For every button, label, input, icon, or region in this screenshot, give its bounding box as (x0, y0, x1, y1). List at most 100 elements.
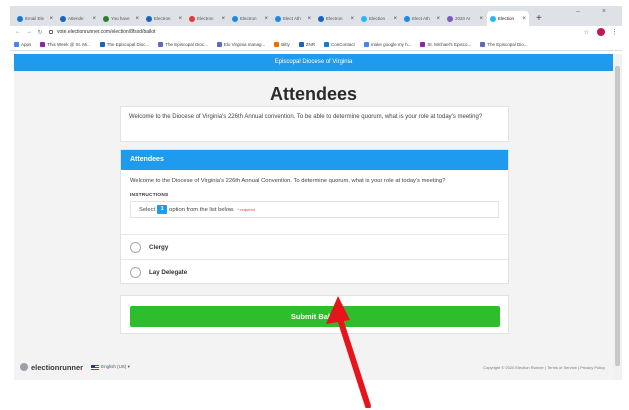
tab-favicon-icon (318, 15, 324, 22)
bookmark-item[interactable]: The Episcopal Dio... (480, 42, 528, 47)
bookmark-item[interactable]: make google my h... (363, 42, 411, 47)
tab-label: Elect Ath (412, 16, 430, 21)
bookmark-item[interactable]: Apps (14, 42, 31, 47)
browser-tab[interactable]: Email Ele × (14, 11, 56, 26)
window-controls[interactable]: – × (576, 8, 616, 15)
electionrunner-logo-icon (20, 363, 28, 371)
browser-tab[interactable]: Election × (487, 11, 529, 26)
tab-close-icon[interactable]: × (264, 16, 268, 22)
tab-favicon-icon (103, 15, 109, 22)
bookmark-item[interactable]: Elo Virginia manag... (216, 42, 266, 47)
bookmark-favicon-icon (480, 42, 486, 47)
ballot-question-card: Attendees Welcome to the Diocese of Virg… (120, 149, 509, 284)
language-selector[interactable]: English (US) ▾ (91, 364, 130, 370)
bookmark-item[interactable]: ConContact (324, 42, 355, 47)
bookmark-favicon-icon (324, 42, 330, 47)
tab-close-icon[interactable]: × (522, 16, 526, 22)
tab-label: 2020 Ar (455, 16, 471, 21)
bookmark-label: Bitly (281, 42, 290, 47)
bookmark-label: This Week @ St. Mi... (47, 42, 91, 47)
bookmark-label: The Episcopal Dioc... (106, 42, 150, 47)
tab-favicon-icon (146, 15, 152, 22)
bookmark-favicon-icon (363, 42, 369, 47)
bookmark-item[interactable]: The Episcopal Dioc... (158, 42, 208, 47)
tab-close-icon[interactable]: × (49, 16, 53, 22)
forward-icon[interactable]: → (25, 29, 33, 35)
instructions-select-text: Select (139, 206, 156, 213)
tab-close-icon[interactable]: × (178, 16, 182, 22)
page-footer: electionrunner English (US) ▾ Copyright … (14, 361, 613, 373)
bookmark-label: St. Michael's Episco... (427, 42, 472, 47)
copyright-text: Copyright © 2020 Election Runner | Terms… (483, 364, 605, 370)
browser-tab[interactable]: Electron × (229, 11, 271, 26)
bookmark-item[interactable]: This Week @ St. Mi... (40, 42, 91, 47)
new-tab-button[interactable]: + (536, 11, 542, 26)
tab-close-icon[interactable]: × (436, 16, 440, 22)
tab-favicon-icon (361, 15, 367, 22)
tab-close-icon[interactable]: × (479, 16, 483, 22)
option-label: Lay Delegate (149, 268, 188, 276)
tab-close-icon[interactable]: × (221, 16, 225, 22)
bookmark-item[interactable]: St. Michael's Episco... (420, 42, 471, 47)
instructions-label: INSTRUCTIONS (130, 193, 169, 198)
option-count-badge: 1 (157, 205, 168, 214)
submit-ballot-button[interactable]: Submit Ballot (130, 306, 500, 327)
browser-tab[interactable]: Elect Ath × (272, 11, 314, 26)
bookmark-favicon-icon (216, 42, 222, 47)
tab-close-icon[interactable]: × (135, 16, 139, 22)
option-label: Clergy (149, 243, 169, 251)
lay-delegate-radio[interactable] (130, 266, 141, 278)
menu-kebab-icon[interactable]: ⋮ (611, 28, 618, 36)
question-header: Attendees (121, 150, 508, 170)
tab-close-icon[interactable]: × (393, 16, 397, 22)
browser-tab[interactable]: Electron × (143, 11, 185, 26)
bookmark-label: The Episcopal Dioc... (165, 42, 208, 47)
option-clergy[interactable]: Clergy (121, 234, 508, 259)
back-icon[interactable]: ← (14, 29, 22, 35)
language-label: English (US) ▾ (101, 364, 130, 369)
clergy-radio[interactable] (130, 241, 141, 253)
required-marker: * required (237, 207, 255, 212)
tab-favicon-icon (17, 15, 23, 22)
browser-tab[interactable]: Election × (358, 11, 400, 26)
tab-favicon-icon (275, 15, 281, 22)
tab-close-icon[interactable]: × (350, 16, 354, 22)
tab-label: Election (498, 16, 515, 21)
tab-label: Elect Ath (283, 16, 301, 21)
tab-favicon-icon (232, 15, 238, 22)
bookmarks-bar: Apps This Week @ St. Mi... The Episcopal D… (10, 39, 622, 51)
url-field[interactable]: vote.electionrunner.com/election/8fsxd/b… (47, 27, 584, 37)
bookmark-label: Apps (21, 42, 32, 47)
bookmark-label: ZNR (305, 42, 316, 47)
scrollbar-thumb[interactable] (615, 66, 620, 366)
browser-tab[interactable]: Elect Ath × (401, 11, 443, 26)
brand-name: electionrunner (31, 362, 84, 372)
tab-close-icon[interactable]: × (307, 16, 311, 22)
bookmark-item[interactable]: ZNR (298, 42, 316, 47)
profile-avatar[interactable] (597, 28, 605, 36)
browser-tab[interactable]: You have × (100, 11, 142, 26)
tab-label: You have (111, 16, 130, 21)
instructions-option-text: option from the list below. (169, 206, 235, 213)
option-lay-delegate[interactable]: Lay Delegate (121, 259, 508, 284)
tab-label: Electron (197, 16, 214, 21)
tab-favicon-icon (60, 15, 66, 22)
page-title: Attendees (269, 84, 358, 104)
tab-label: Attende (68, 16, 84, 21)
bookmark-item[interactable]: Bitly (274, 42, 290, 47)
page-scrollbar[interactable] (613, 54, 622, 380)
bookmark-label: Elo Virginia manag... (223, 42, 266, 47)
browser-tab[interactable]: 2020 Ar × (444, 11, 486, 26)
tab-close-icon[interactable]: × (92, 16, 96, 22)
bookmark-favicon-icon (274, 42, 280, 47)
browser-tab[interactable]: Electron × (186, 11, 228, 26)
tab-label: Electron (326, 16, 343, 21)
browser-tab[interactable]: Attende × (57, 11, 99, 26)
reload-icon[interactable]: ↻ (36, 29, 44, 36)
browser-tab[interactable]: Electron × (315, 11, 357, 26)
instructions-box: Select 1 option from the list below. * r… (130, 201, 499, 218)
lock-icon (49, 30, 53, 34)
bookmark-star-icon[interactable]: ☆ (584, 29, 589, 36)
bookmark-item[interactable]: The Episcopal Dioc... (99, 42, 150, 47)
bookmark-label: ConContact (331, 42, 355, 47)
